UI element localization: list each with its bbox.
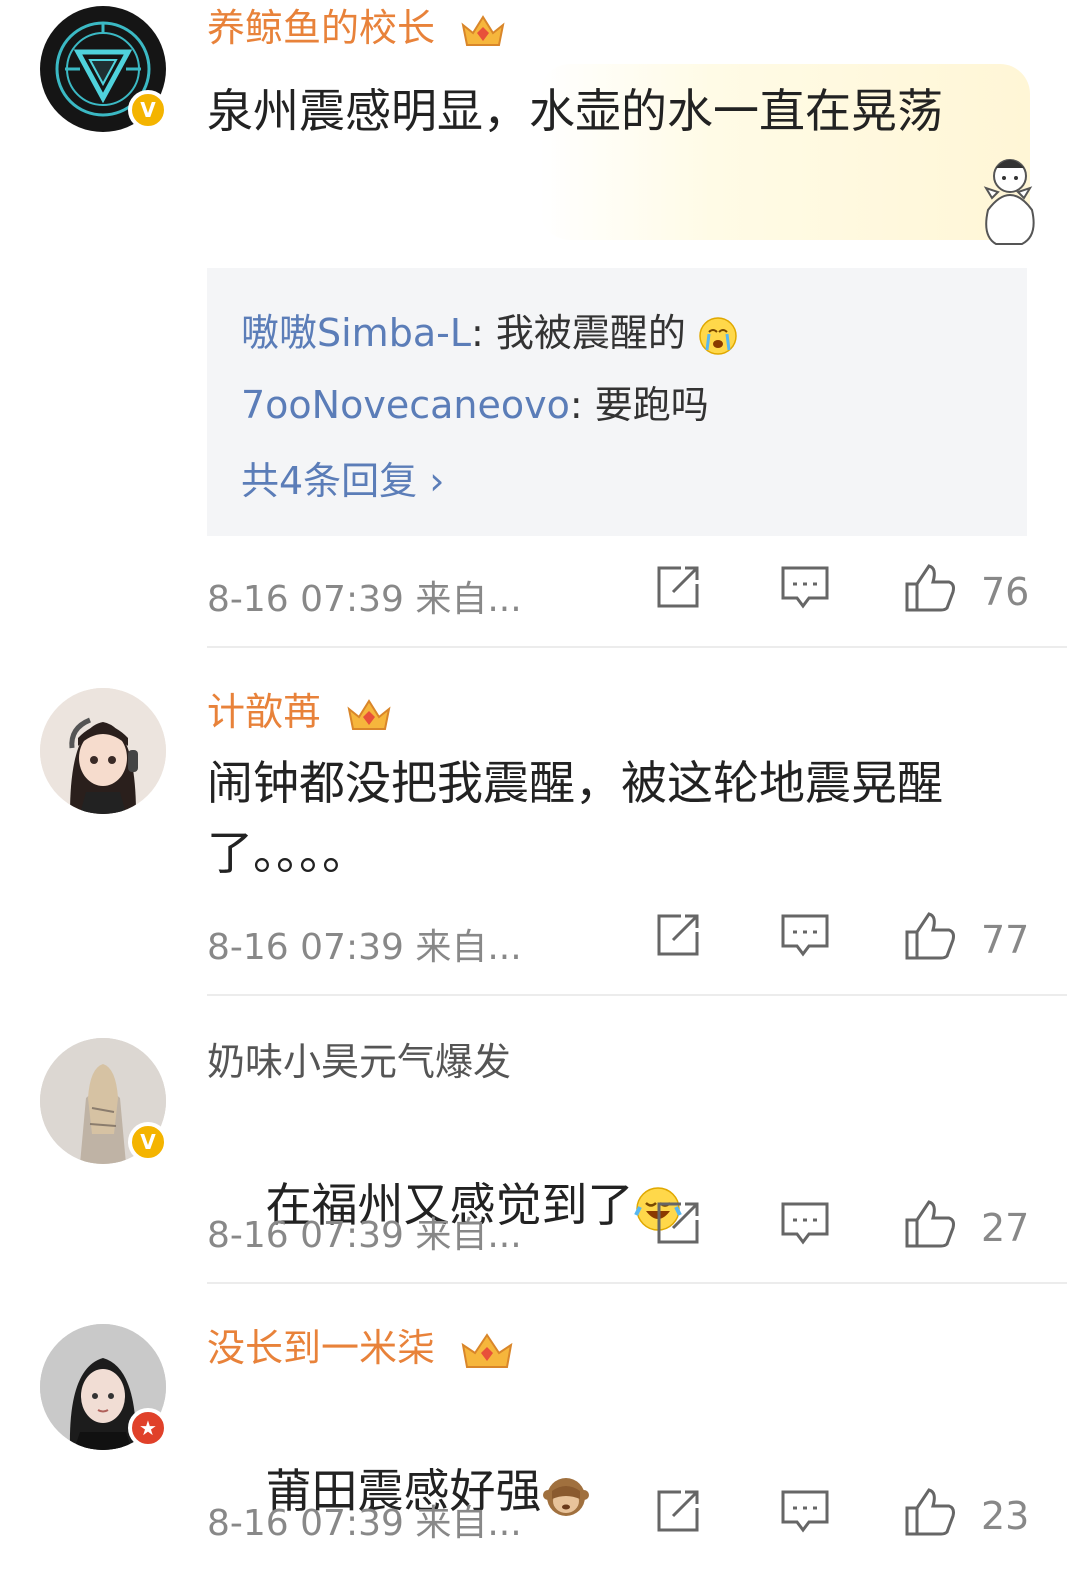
username-text[interactable]: 计歆苒 xyxy=(207,690,321,734)
thumbs-up-icon[interactable] xyxy=(903,562,957,614)
comment-meta-bar: 8-16 07:39 来自... 23 xyxy=(207,1486,1037,1546)
crying-emoji-icon xyxy=(699,316,737,355)
username-text[interactable]: 养鲸鱼的校长 xyxy=(207,6,435,50)
comment-text: 闹钟都没把我震醒，被这轮地震晃醒了。。。。 xyxy=(207,756,943,880)
thumbs-up-icon[interactable] xyxy=(903,1198,957,1250)
reply-username[interactable]: 7ooNovecaneovo xyxy=(241,383,570,427)
comment-icon[interactable] xyxy=(779,1486,831,1536)
avatar[interactable] xyxy=(40,688,166,814)
cat-sticker-icon xyxy=(983,159,1035,245)
like-count: 27 xyxy=(981,1206,1030,1250)
verified-badge-icon: V xyxy=(128,1122,168,1162)
username[interactable]: 奶味小昊元气爆发 xyxy=(207,1038,511,1086)
crown-icon xyxy=(347,698,391,730)
comment-text: 泉州震感明显，水壶的水一直在晃荡 xyxy=(207,84,943,138)
username[interactable]: 没长到一米柒 xyxy=(207,1324,515,1373)
username[interactable]: 养鲸鱼的校长 xyxy=(207,4,507,52)
reply-text: : 要跑吗 xyxy=(569,383,709,427)
reply-text: : 我被震醒的 xyxy=(471,311,686,355)
avatar[interactable]: ★ xyxy=(40,1324,168,1450)
comment-icon[interactable] xyxy=(779,910,831,960)
avatar[interactable]: V xyxy=(40,1038,168,1164)
comment-item: ★ 没长到一米柒 莆田震感好强 8-16 07:39 来自... 23 xyxy=(0,1286,1080,1589)
comment-icon[interactable] xyxy=(779,1198,831,1248)
comment-meta-bar: 8-16 07:39 来自... 77 xyxy=(207,910,1037,970)
view-all-replies-link[interactable]: 共4条回复 › xyxy=(241,450,444,505)
share-icon[interactable] xyxy=(653,910,703,960)
comment-timestamp: 8-16 07:39 来自... xyxy=(207,927,522,968)
comment-item: V 奶味小昊元气爆发 在福州又感觉到了 8-16 07:39 来自... 27 xyxy=(0,998,1080,1286)
comment-icon[interactable] xyxy=(779,562,831,612)
thumbs-up-icon[interactable] xyxy=(903,910,957,962)
share-icon[interactable] xyxy=(653,1198,703,1248)
comment-timestamp: 8-16 07:39 来自... xyxy=(207,1215,522,1256)
divider xyxy=(207,994,1067,996)
reply-preview-box[interactable]: 嗷嗷Simba-L: 我被震醒的 7ooNovecaneovo: 要跑吗 共4条… xyxy=(207,268,1027,536)
username-text[interactable]: 奶味小昊元气爆发 xyxy=(207,1040,511,1084)
share-icon[interactable] xyxy=(653,562,703,612)
reply-item[interactable]: 嗷嗷Simba-L: 我被震醒的 xyxy=(241,302,738,357)
comment-item: 计歆苒 闹钟都没把我震醒，被这轮地震晃醒了。。。。 8-16 07:39 来自.… xyxy=(0,648,1080,998)
share-icon[interactable] xyxy=(653,1486,703,1536)
divider xyxy=(207,1282,1067,1284)
comment-meta-bar: 8-16 07:39 来自... 27 xyxy=(207,1198,1037,1258)
reply-username[interactable]: 嗷嗷Simba-L xyxy=(241,311,471,355)
like-count: 77 xyxy=(981,918,1030,962)
comment-timestamp: 8-16 07:39 来自... xyxy=(207,1503,522,1544)
comment-meta-bar: 8-16 07:39 来自... 76 xyxy=(207,562,1037,622)
comment-timestamp: 8-16 07:39 来自... xyxy=(207,579,522,620)
reply-item[interactable]: 7ooNovecaneovo: 要跑吗 xyxy=(241,374,709,429)
crown-icon xyxy=(461,14,505,46)
thumbs-up-icon[interactable] xyxy=(903,1486,957,1538)
username[interactable]: 计歆苒 xyxy=(207,688,393,736)
verified-badge-icon: V xyxy=(128,90,168,130)
crown-icon xyxy=(461,1332,513,1368)
username-text[interactable]: 没长到一米柒 xyxy=(207,1326,435,1370)
comment-item: V 养鲸鱼的校长 泉州震感明显，水壶的水一直在晃荡 嗷嗷Simba-L: 我被震… xyxy=(0,0,1080,648)
star-badge-icon: ★ xyxy=(128,1408,168,1448)
like-count: 23 xyxy=(981,1494,1030,1538)
like-count: 76 xyxy=(981,570,1030,614)
avatar[interactable]: V xyxy=(40,6,168,132)
